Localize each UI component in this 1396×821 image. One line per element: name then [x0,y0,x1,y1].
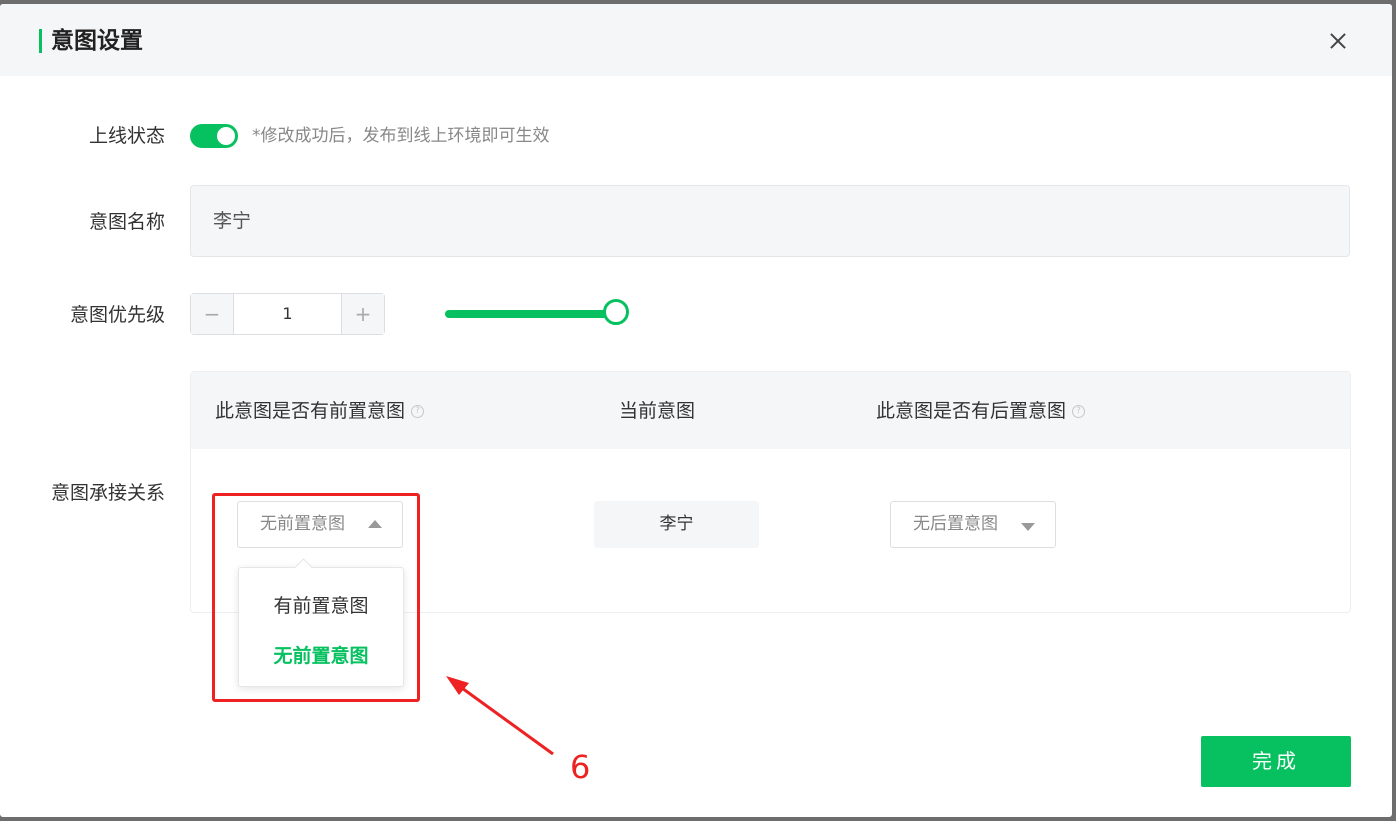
help-icon[interactable]: ? [1072,405,1086,418]
post-intent-select-value: 无后置意图 [913,514,998,534]
intent-settings-dialog: 意图设置 上线状态 *修改成功后，发布到线上环境即可生效 意图名称 李宁 意图优… [0,4,1392,817]
close-icon[interactable] [1325,28,1351,54]
priority-value[interactable]: 1 [234,294,341,334]
post-intent-column-header: 此意图是否有后置意图? [876,399,1086,423]
increment-button[interactable]: + [341,294,384,334]
post-intent-select[interactable]: 无后置意图 [890,501,1056,548]
intent-name-input[interactable]: 李宁 [190,185,1350,257]
decrement-button[interactable]: − [191,294,234,334]
priority-slider-handle[interactable] [603,299,629,325]
dropdown-option-has-pre-intent[interactable]: 有前置意图 [239,593,403,619]
annotation-step-number: 6 [570,748,591,786]
priority-stepper: − 1 + [190,293,385,335]
dropdown-option-no-pre-intent[interactable]: 无前置意图 [239,643,403,669]
dialog-title: 意图设置 [51,28,143,54]
relation-label: 意图承接关系 [50,482,165,504]
dialog-header: 意图设置 [0,4,1392,76]
current-intent-value: 李宁 [594,501,759,548]
priority-label: 意图优先级 [69,304,165,326]
intent-name-label: 意图名称 [88,211,165,233]
pre-intent-select-value: 无前置意图 [260,514,345,534]
pre-intent-header-text: 此意图是否有前置意图 [215,400,406,422]
online-status-hint: *修改成功后，发布到线上环境即可生效 [252,126,550,146]
caret-up-icon [368,520,382,528]
caret-down-icon [1021,523,1035,531]
help-icon[interactable]: ? [411,405,425,418]
online-status-toggle[interactable] [190,124,238,148]
pre-intent-select[interactable]: 无前置意图 [237,501,403,548]
online-status-label: 上线状态 [88,125,165,147]
relation-header: 此意图是否有前置意图? 当前意图 此意图是否有后置意图? [191,372,1350,449]
done-button[interactable]: 完成 [1201,736,1351,787]
title-accent-bar [39,29,42,53]
current-intent-column-header: 当前意图 [619,400,696,422]
post-intent-header-text: 此意图是否有后置意图 [876,400,1067,422]
pre-intent-dropdown: 有前置意图 无前置意图 [238,558,404,687]
toggle-knob [217,127,235,145]
priority-slider-track[interactable] [445,310,620,318]
pre-intent-column-header: 此意图是否有前置意图? [215,399,425,423]
